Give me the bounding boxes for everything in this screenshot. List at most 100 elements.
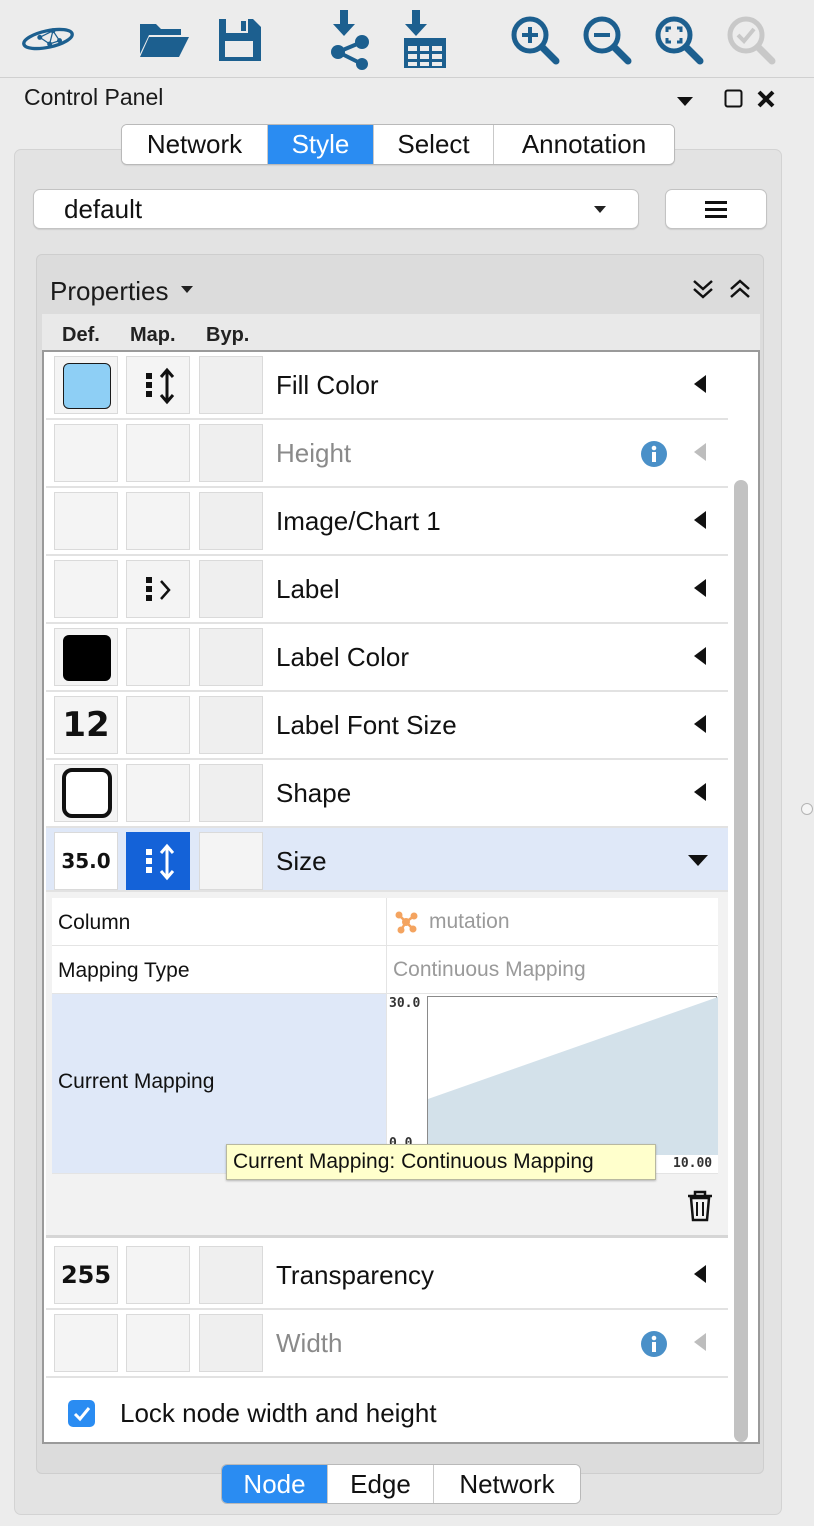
mapping-cell[interactable] xyxy=(126,764,190,822)
default-value-cell[interactable]: 35.0 xyxy=(54,832,118,890)
property-row-width[interactable]: Width xyxy=(46,1310,728,1378)
bypass-cell[interactable] xyxy=(199,424,263,482)
bypass-cell[interactable] xyxy=(199,764,263,822)
checkmark-icon xyxy=(73,1406,90,1421)
lock-size-checkbox[interactable] xyxy=(68,1400,95,1427)
chevron-left-icon[interactable] xyxy=(694,375,706,398)
rounded-rectangle-shape-icon xyxy=(62,768,112,818)
default-value-cell[interactable] xyxy=(54,492,118,550)
chevron-left-icon xyxy=(694,443,706,466)
mapping-cell[interactable] xyxy=(126,560,190,618)
default-value-cell[interactable]: 255 xyxy=(54,1246,118,1304)
style-target-tabs: Node Edge Network xyxy=(221,1464,581,1504)
default-value-cell[interactable]: 12 xyxy=(54,696,118,754)
property-row-label-color[interactable]: Label Color xyxy=(46,624,728,692)
chevron-left-icon[interactable] xyxy=(694,715,706,738)
property-row-label[interactable]: Label xyxy=(46,556,728,624)
mapping-cell[interactable] xyxy=(126,492,190,550)
style-options-button[interactable] xyxy=(665,189,767,229)
default-value-cell[interactable] xyxy=(54,764,118,822)
property-row-transparency[interactable]: 255 Transparency xyxy=(46,1242,728,1310)
property-label: Transparency xyxy=(276,1260,434,1290)
mapping-cell[interactable] xyxy=(126,696,190,754)
graph-x-max: 10.00 xyxy=(673,1156,713,1171)
default-value-text: 255 xyxy=(60,1261,112,1289)
property-label: Label Font Size xyxy=(276,710,457,740)
open-folder-icon[interactable] xyxy=(136,8,192,70)
tab-edge[interactable]: Edge xyxy=(328,1465,434,1503)
zoom-in-icon[interactable] xyxy=(506,8,562,70)
default-value-cell[interactable] xyxy=(54,356,118,414)
mapping-type-value: Continuous Mapping xyxy=(393,957,586,981)
default-value-cell[interactable] xyxy=(54,424,118,482)
tab-select[interactable]: Select xyxy=(374,125,494,164)
tab-node[interactable]: Node xyxy=(222,1465,328,1503)
bypass-cell[interactable] xyxy=(199,560,263,618)
continuous-mapping-icon xyxy=(146,367,175,405)
property-row-image-chart[interactable]: Image/Chart 1 xyxy=(46,488,728,556)
chevron-down-icon[interactable] xyxy=(688,854,708,872)
mapping-cell[interactable] xyxy=(126,1314,190,1372)
import-network-icon[interactable] xyxy=(322,8,378,70)
bypass-cell[interactable] xyxy=(199,492,263,550)
bypass-cell[interactable] xyxy=(199,1246,263,1304)
mapping-cell[interactable] xyxy=(126,424,190,482)
info-icon[interactable] xyxy=(640,1330,668,1363)
property-row-label-font-size[interactable]: 12 Label Font Size xyxy=(46,692,728,760)
property-label: Label xyxy=(276,574,340,604)
tab-network[interactable]: Network xyxy=(122,125,268,164)
properties-title: Properties xyxy=(50,276,169,306)
resize-handle[interactable] xyxy=(801,803,813,815)
property-row-height[interactable]: Height xyxy=(46,420,728,488)
panel-menu-icon[interactable] xyxy=(677,94,693,112)
lock-size-row: Lock node width and height xyxy=(46,1378,728,1442)
mapping-column-selector[interactable]: mutation xyxy=(386,898,718,945)
mapping-type-row: Mapping Type Continuous Mapping xyxy=(52,946,718,994)
mapping-cell[interactable] xyxy=(126,628,190,686)
bypass-cell[interactable] xyxy=(199,696,263,754)
zoom-fit-icon[interactable] xyxy=(650,8,706,70)
save-icon[interactable] xyxy=(211,8,267,70)
float-panel-icon[interactable] xyxy=(724,89,743,113)
mapping-column-value: mutation xyxy=(429,909,510,933)
expand-all-icon[interactable] xyxy=(692,278,714,305)
vertical-scrollbar[interactable] xyxy=(734,480,748,1442)
mapping-cell[interactable] xyxy=(126,356,190,414)
properties-dropdown[interactable]: Properties xyxy=(50,276,193,307)
default-value-cell[interactable] xyxy=(54,628,118,686)
tab-annotation[interactable]: Annotation xyxy=(494,125,674,164)
default-value-cell[interactable] xyxy=(54,1314,118,1372)
bypass-cell[interactable] xyxy=(199,628,263,686)
property-row-shape[interactable]: Shape xyxy=(46,760,728,828)
style-dropdown[interactable]: default xyxy=(33,189,639,229)
chevron-left-icon[interactable] xyxy=(694,647,706,670)
hamburger-icon xyxy=(705,201,727,218)
style-dropdown-value: default xyxy=(64,193,143,224)
chevron-left-icon[interactable] xyxy=(694,579,706,602)
tab-style[interactable]: Style xyxy=(268,125,374,164)
bypass-cell[interactable] xyxy=(199,1314,263,1372)
cytoscape-logo-icon[interactable] xyxy=(20,8,76,70)
trash-icon[interactable] xyxy=(686,1190,714,1227)
mapping-cell[interactable] xyxy=(126,1246,190,1304)
bypass-cell[interactable] xyxy=(199,356,263,414)
import-table-icon[interactable] xyxy=(396,8,452,70)
mapping-type-selector[interactable]: Continuous Mapping xyxy=(386,946,718,993)
main-toolbar xyxy=(0,0,814,78)
bypass-cell[interactable] xyxy=(199,832,263,890)
property-row-fill-color[interactable]: Fill Color xyxy=(46,352,728,420)
chevron-left-icon[interactable] xyxy=(694,1265,706,1288)
tab-network-style[interactable]: Network xyxy=(434,1465,580,1503)
chevron-left-icon[interactable] xyxy=(694,511,706,534)
info-icon[interactable] xyxy=(640,440,668,473)
properties-column-headers: Def. Map. Byp. xyxy=(42,314,760,350)
collapse-all-icon[interactable] xyxy=(729,278,751,305)
zoom-selected-icon[interactable] xyxy=(722,8,778,70)
chevron-left-icon[interactable] xyxy=(694,783,706,806)
close-icon[interactable] xyxy=(756,89,776,114)
property-row-size[interactable]: 35.0 Size xyxy=(46,828,728,892)
mapping-cell[interactable] xyxy=(126,832,190,890)
passthrough-mapping-icon xyxy=(146,577,171,601)
zoom-out-icon[interactable] xyxy=(578,8,634,70)
default-value-cell[interactable] xyxy=(54,560,118,618)
